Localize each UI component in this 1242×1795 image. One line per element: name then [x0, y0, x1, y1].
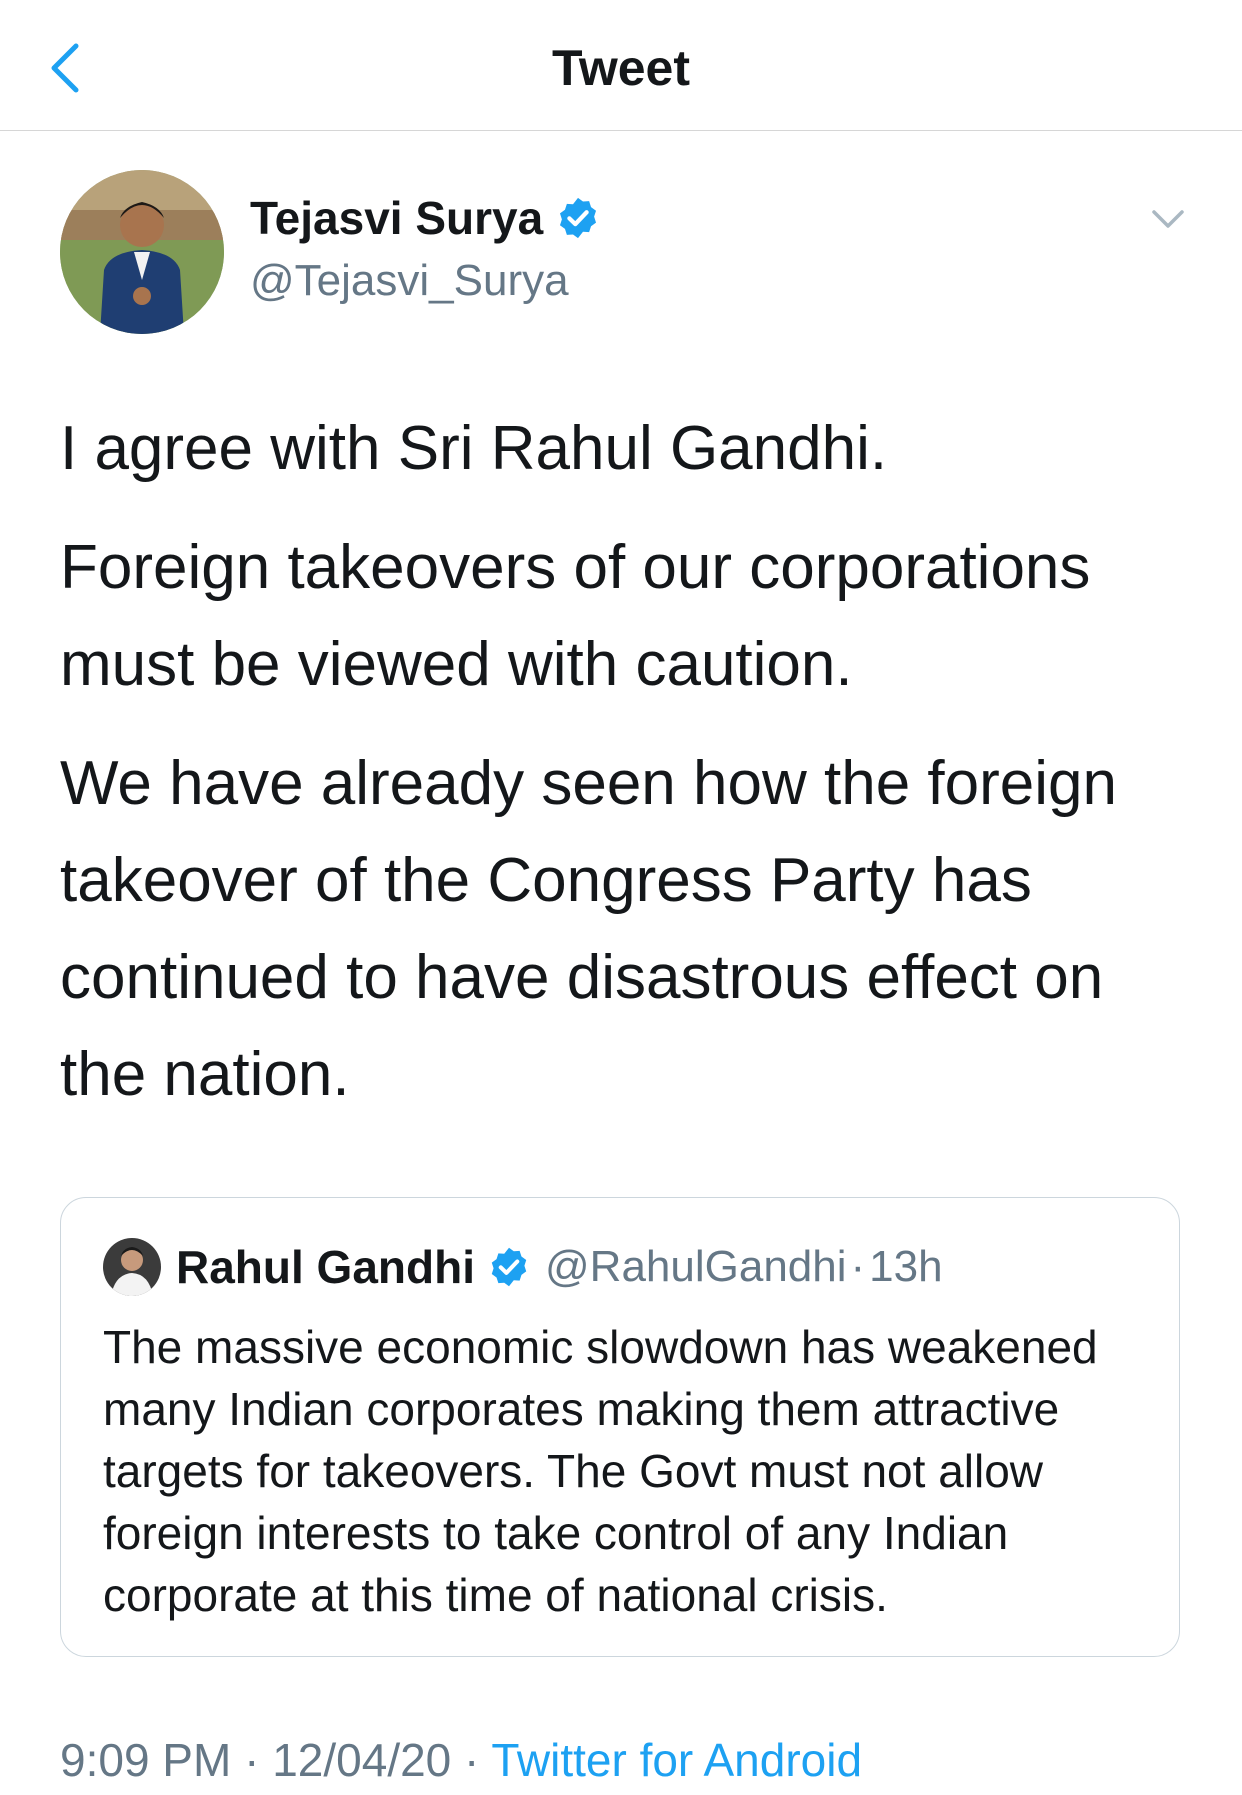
meta-separator: ·	[850, 1242, 866, 1291]
page-title: Tweet	[552, 40, 690, 96]
tweet-menu-button[interactable]	[1148, 200, 1188, 240]
author-name[interactable]: Tejasvi Surya	[250, 190, 543, 246]
tweet-paragraph: We have already seen how the foreign tak…	[60, 749, 1117, 1109]
verified-badge-icon	[560, 197, 597, 239]
tweet-time: 9:09 PM	[60, 1734, 232, 1786]
meta-separator: ·	[244, 1734, 260, 1786]
tweet-paragraph: Foreign takeovers of our corporations mu…	[60, 533, 1091, 699]
quoted-tweet-text: The massive economic slowdown has weaken…	[103, 1321, 1098, 1621]
quoted-tweet-time: 13h	[869, 1242, 943, 1291]
quoted-author-handle: @RahulGandhi	[545, 1242, 847, 1291]
tweet-source-link[interactable]: Twitter for Android	[491, 1734, 862, 1786]
author-avatar[interactable]	[60, 170, 224, 334]
top-bar: Tweet	[0, 0, 1242, 131]
author-handle[interactable]: @Tejasvi_Surya	[250, 254, 569, 308]
quoted-author-name: Rahul Gandhi	[176, 1241, 475, 1293]
verified-badge-icon	[491, 1247, 527, 1287]
quoted-author-avatar	[103, 1238, 161, 1296]
tweet-date: 12/04/20	[272, 1734, 452, 1786]
quoted-tweet-card[interactable]: Rahul Gandhi @RahulGandhi · 13h The mass…	[60, 1197, 1180, 1657]
meta-separator: ·	[464, 1734, 480, 1786]
tweet-timestamp: 9:09 PM · 12/04/20 · Twitter for Android	[60, 1732, 862, 1788]
chevron-down-icon[interactable]	[1148, 200, 1188, 240]
author-name-row[interactable]: Tejasvi Surya	[250, 190, 601, 246]
quoted-tweet-header: Rahul Gandhi @RahulGandhi · 13h	[176, 1238, 943, 1296]
tweet-paragraph: I agree with Sri Rahul Gandhi.	[60, 414, 888, 483]
tweet-text: I agree with Sri Rahul Gandhi. Foreign t…	[60, 400, 1200, 1123]
